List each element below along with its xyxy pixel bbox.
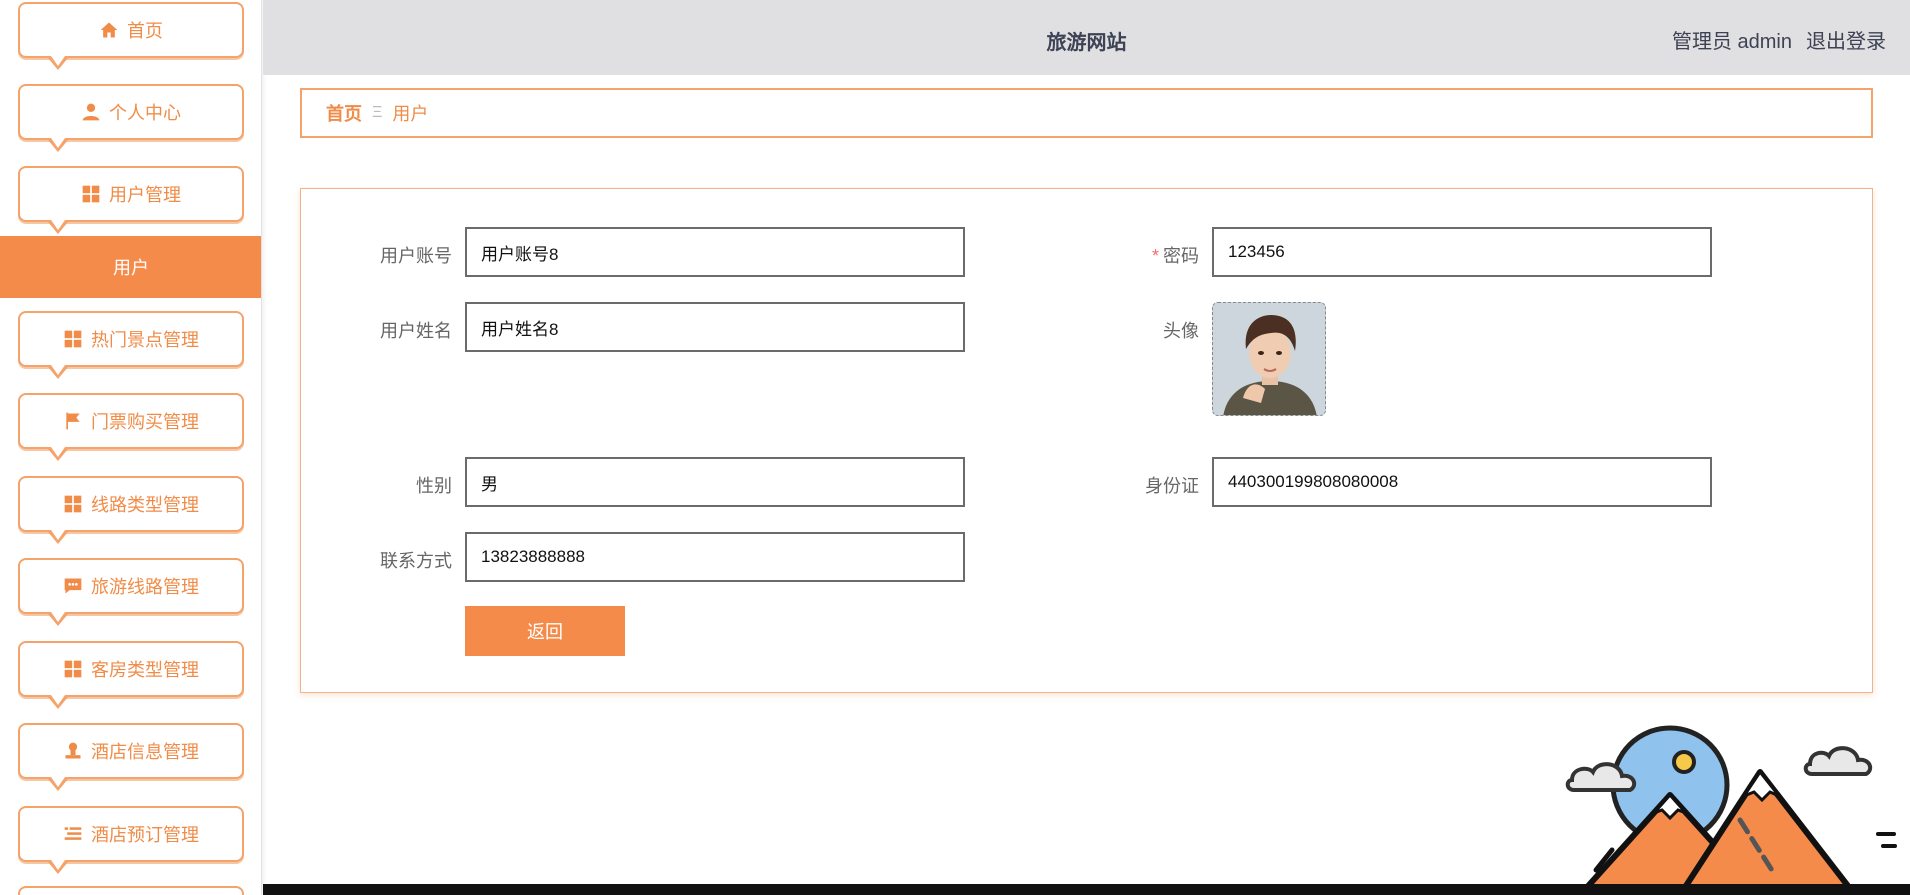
current-user-label: 管理员 admin <box>1671 31 1792 53</box>
flag-icon <box>63 411 83 431</box>
sidebar-item-routes[interactable]: 旅游线路管理 <box>18 558 244 626</box>
home-icon <box>99 20 119 40</box>
sidebar-item-route-types[interactable]: 线路类型管理 <box>18 476 244 544</box>
grid-icon <box>63 329 83 349</box>
account-value: 用户账号8 <box>481 244 559 264</box>
breadcrumb: 首页 Ξ 用户 <box>300 88 1873 138</box>
back-button[interactable]: 返回 <box>465 606 625 656</box>
user-icon <box>81 102 101 122</box>
user-detail-form: 用户账号 用户账号8 * 密码 123456 用户姓名 用户姓名8 头像 性别 男… <box>300 188 1873 693</box>
sidebar-item-label: 酒店信息管理 <box>91 742 199 762</box>
sidebar-item-home[interactable]: 首页 <box>18 2 244 70</box>
name-label: 用户姓名 <box>380 321 452 341</box>
grid-icon <box>63 659 83 679</box>
avatar[interactable] <box>1212 302 1326 416</box>
site-title: 旅游网站 <box>1046 32 1127 54</box>
bottom-bar <box>263 884 1910 895</box>
sidebar-item-label: 个人中心 <box>109 103 181 123</box>
sidebar-item-label: 线路类型管理 <box>91 495 199 515</box>
sidebar-subitem-label: 用户 <box>113 258 149 278</box>
name-value: 用户姓名8 <box>481 319 559 339</box>
avatar-label: 头像 <box>1163 321 1199 341</box>
top-header: 旅游网站 管理员 admin 退出登录 <box>263 0 1910 75</box>
sidebar-item-label: 热门景点管理 <box>91 330 199 350</box>
chat-icon <box>63 576 83 596</box>
breadcrumb-home[interactable]: 首页 <box>326 100 362 126</box>
contact-field[interactable]: 13823888888 <box>465 532 965 582</box>
name-field[interactable]: 用户姓名8 <box>465 302 965 352</box>
idcard-value: 440300199808080008 <box>1228 472 1399 491</box>
stamp-icon <box>63 741 83 761</box>
list-icon <box>63 824 83 844</box>
sidebar-item-label: 客房类型管理 <box>91 660 199 680</box>
sidebar-item-label: 首页 <box>127 21 163 41</box>
sidebar-item-attractions[interactable]: 热门景点管理 <box>18 311 244 379</box>
sidebar-subitem-users[interactable]: 用户 <box>0 236 261 298</box>
breadcrumb-current: 用户 <box>392 104 429 124</box>
sidebar-item-label: 用户管理 <box>109 185 181 205</box>
sidebar-item-hotel-bookings[interactable]: 酒店预订管理 <box>18 806 244 874</box>
sidebar-item-hotels[interactable]: 酒店信息管理 <box>18 723 244 791</box>
sidebar-item-tickets[interactable]: 门票购买管理 <box>18 393 244 461</box>
logout-link[interactable]: 退出登录 <box>1806 25 1886 54</box>
password-field[interactable]: 123456 <box>1212 227 1712 277</box>
sidebar-item-room-types[interactable]: 客房类型管理 <box>18 641 244 709</box>
account-field[interactable]: 用户账号8 <box>465 227 965 277</box>
header-user-area: 管理员 admin 退出登录 <box>1672 25 1886 54</box>
password-value: 123456 <box>1228 242 1285 261</box>
sidebar: 首页 个人中心 用户管理 用户 热门景点管理 门票购买管理 线路类型管理 旅游线… <box>0 0 262 895</box>
required-mark: * <box>1151 246 1159 266</box>
idcard-field[interactable]: 440300199808080008 <box>1212 457 1712 507</box>
password-label: * 密码 <box>1079 242 1199 268</box>
contact-value: 13823888888 <box>481 547 586 566</box>
avatar-image <box>1213 303 1325 415</box>
sidebar-item-profile[interactable]: 个人中心 <box>18 84 244 152</box>
grid-icon <box>81 184 101 204</box>
sidebar-item-label: 酒店预订管理 <box>91 825 199 845</box>
breadcrumb-separator: Ξ <box>372 104 383 121</box>
account-label: 用户账号 <box>380 246 452 266</box>
gender-value: 男 <box>481 474 498 494</box>
sidebar-item-label: 旅游线路管理 <box>91 577 199 597</box>
sidebar-item-partial <box>18 886 244 895</box>
sidebar-item-user-management[interactable]: 用户管理 <box>18 166 244 234</box>
grid-icon <box>63 494 83 514</box>
sidebar-item-label: 门票购买管理 <box>91 412 199 432</box>
gender-field[interactable]: 男 <box>465 457 965 507</box>
idcard-label: 身份证 <box>1145 476 1199 496</box>
password-label-text: 密码 <box>1163 246 1199 266</box>
mountain-decoration <box>1565 725 1897 895</box>
gender-label: 性别 <box>416 476 452 496</box>
contact-label: 联系方式 <box>380 551 452 571</box>
